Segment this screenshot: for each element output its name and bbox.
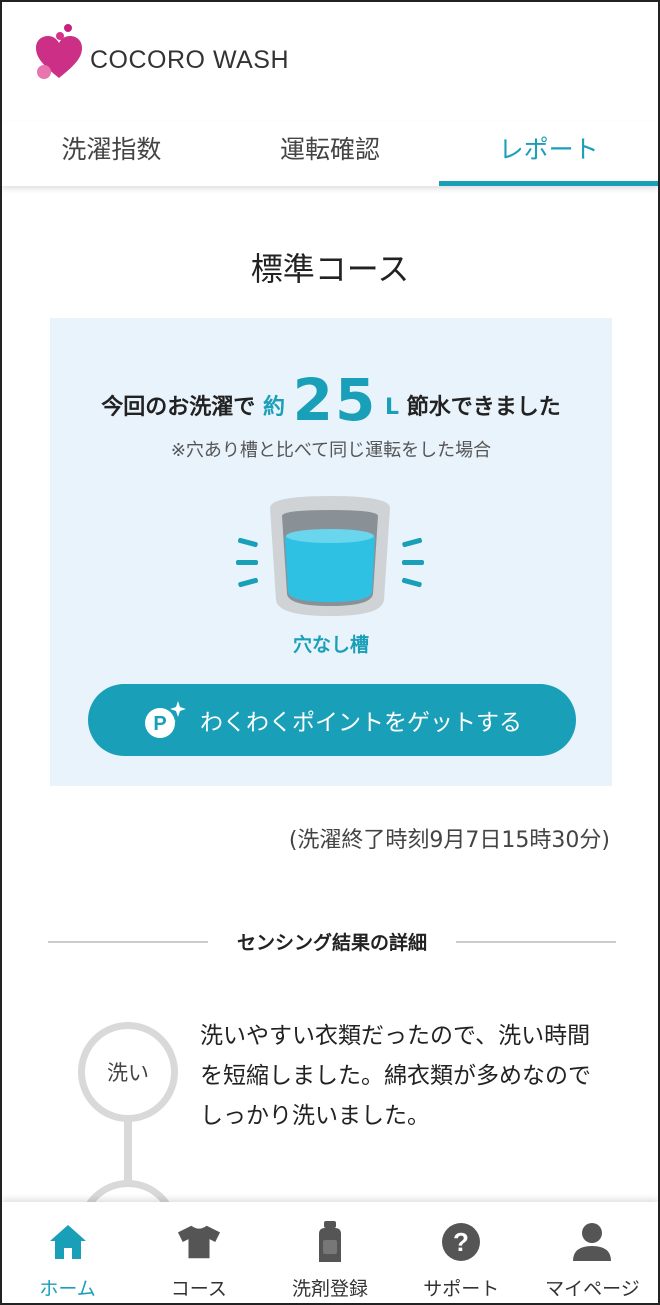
water-saving-summary: 今回のお洗濯で 約 25 L 節水できました bbox=[50, 366, 612, 434]
tab-report[interactable]: レポート bbox=[439, 122, 658, 186]
sensing-heading-label: センシング結果の詳細 bbox=[236, 932, 427, 954]
save-suffix: 節水できました bbox=[406, 395, 561, 420]
tub-label: 穴なし槽 bbox=[292, 634, 369, 656]
app-screen: COCORO WASH 洗濯指数 運転確認 レポート 標準コース 今回のお洗濯で… bbox=[0, 0, 660, 1305]
tshirt-icon bbox=[177, 1220, 221, 1264]
help-icon: ? bbox=[439, 1220, 483, 1264]
nav-support[interactable]: ? サポート bbox=[396, 1202, 527, 1303]
comparison-note: ※穴あり槽と比べて同じ運転をした場合 bbox=[170, 440, 492, 461]
bottom-navigation: ホーム コース 洗剤登録 ? サポート マイページ bbox=[2, 1202, 658, 1303]
nav-mypage-label: マイページ bbox=[545, 1278, 640, 1300]
finish-time: (洗濯終了時刻9月7日15時30分) bbox=[288, 828, 610, 853]
nav-course-label: コース bbox=[170, 1278, 227, 1300]
step-wash-label: 洗い bbox=[107, 1061, 149, 1085]
water-saving-card: 今回のお洗濯で 約 25 L 節水できました ※穴あり槽と比べて同じ運転をした場… bbox=[50, 318, 612, 786]
save-prefix: 今回のお洗濯で bbox=[101, 395, 256, 420]
nav-support-label: サポート bbox=[423, 1278, 500, 1300]
save-approx: 約 bbox=[262, 395, 285, 420]
tab-bar: 洗濯指数 運転確認 レポート bbox=[2, 122, 658, 186]
nav-detergent[interactable]: 洗剤登録 bbox=[264, 1202, 395, 1303]
svg-text:P: P bbox=[153, 713, 166, 735]
save-value: 25 bbox=[292, 366, 378, 434]
save-unit: L bbox=[385, 395, 400, 420]
get-points-label: わくわくポイントをゲットする bbox=[200, 710, 522, 736]
course-title: 標準コース bbox=[250, 250, 410, 288]
brand-name: COCORO WASH bbox=[90, 46, 290, 74]
nav-mypage[interactable]: マイページ bbox=[527, 1202, 658, 1303]
step-wash-description: 洗いやすい衣類だったので、洗い時間を短縮しました。綿衣類が多めなのでしっかり洗い… bbox=[200, 1023, 591, 1129]
nav-course[interactable]: コース bbox=[133, 1202, 264, 1303]
nav-detergent-label: 洗剤登録 bbox=[292, 1278, 369, 1300]
tab-laundry-index[interactable]: 洗濯指数 bbox=[2, 122, 221, 186]
home-icon bbox=[46, 1220, 90, 1264]
sensing-heading: センシング結果の詳細 bbox=[48, 926, 616, 956]
tab-operation-check[interactable]: 運転確認 bbox=[221, 122, 440, 186]
point-sparkle-icon: P bbox=[142, 699, 188, 741]
cocoro-wash-logo bbox=[36, 24, 82, 79]
svg-text:?: ? bbox=[453, 1227, 469, 1257]
nav-home-label: ホーム bbox=[39, 1278, 96, 1300]
get-points-button[interactable]: P わくわくポイントをゲットする bbox=[88, 684, 576, 756]
app-header: COCORO WASH bbox=[2, 2, 658, 122]
step-wash-circle: 洗い bbox=[78, 1022, 178, 1122]
detergent-bottle-icon bbox=[308, 1220, 352, 1264]
user-icon bbox=[570, 1220, 614, 1264]
nav-home[interactable]: ホーム bbox=[2, 1202, 133, 1303]
